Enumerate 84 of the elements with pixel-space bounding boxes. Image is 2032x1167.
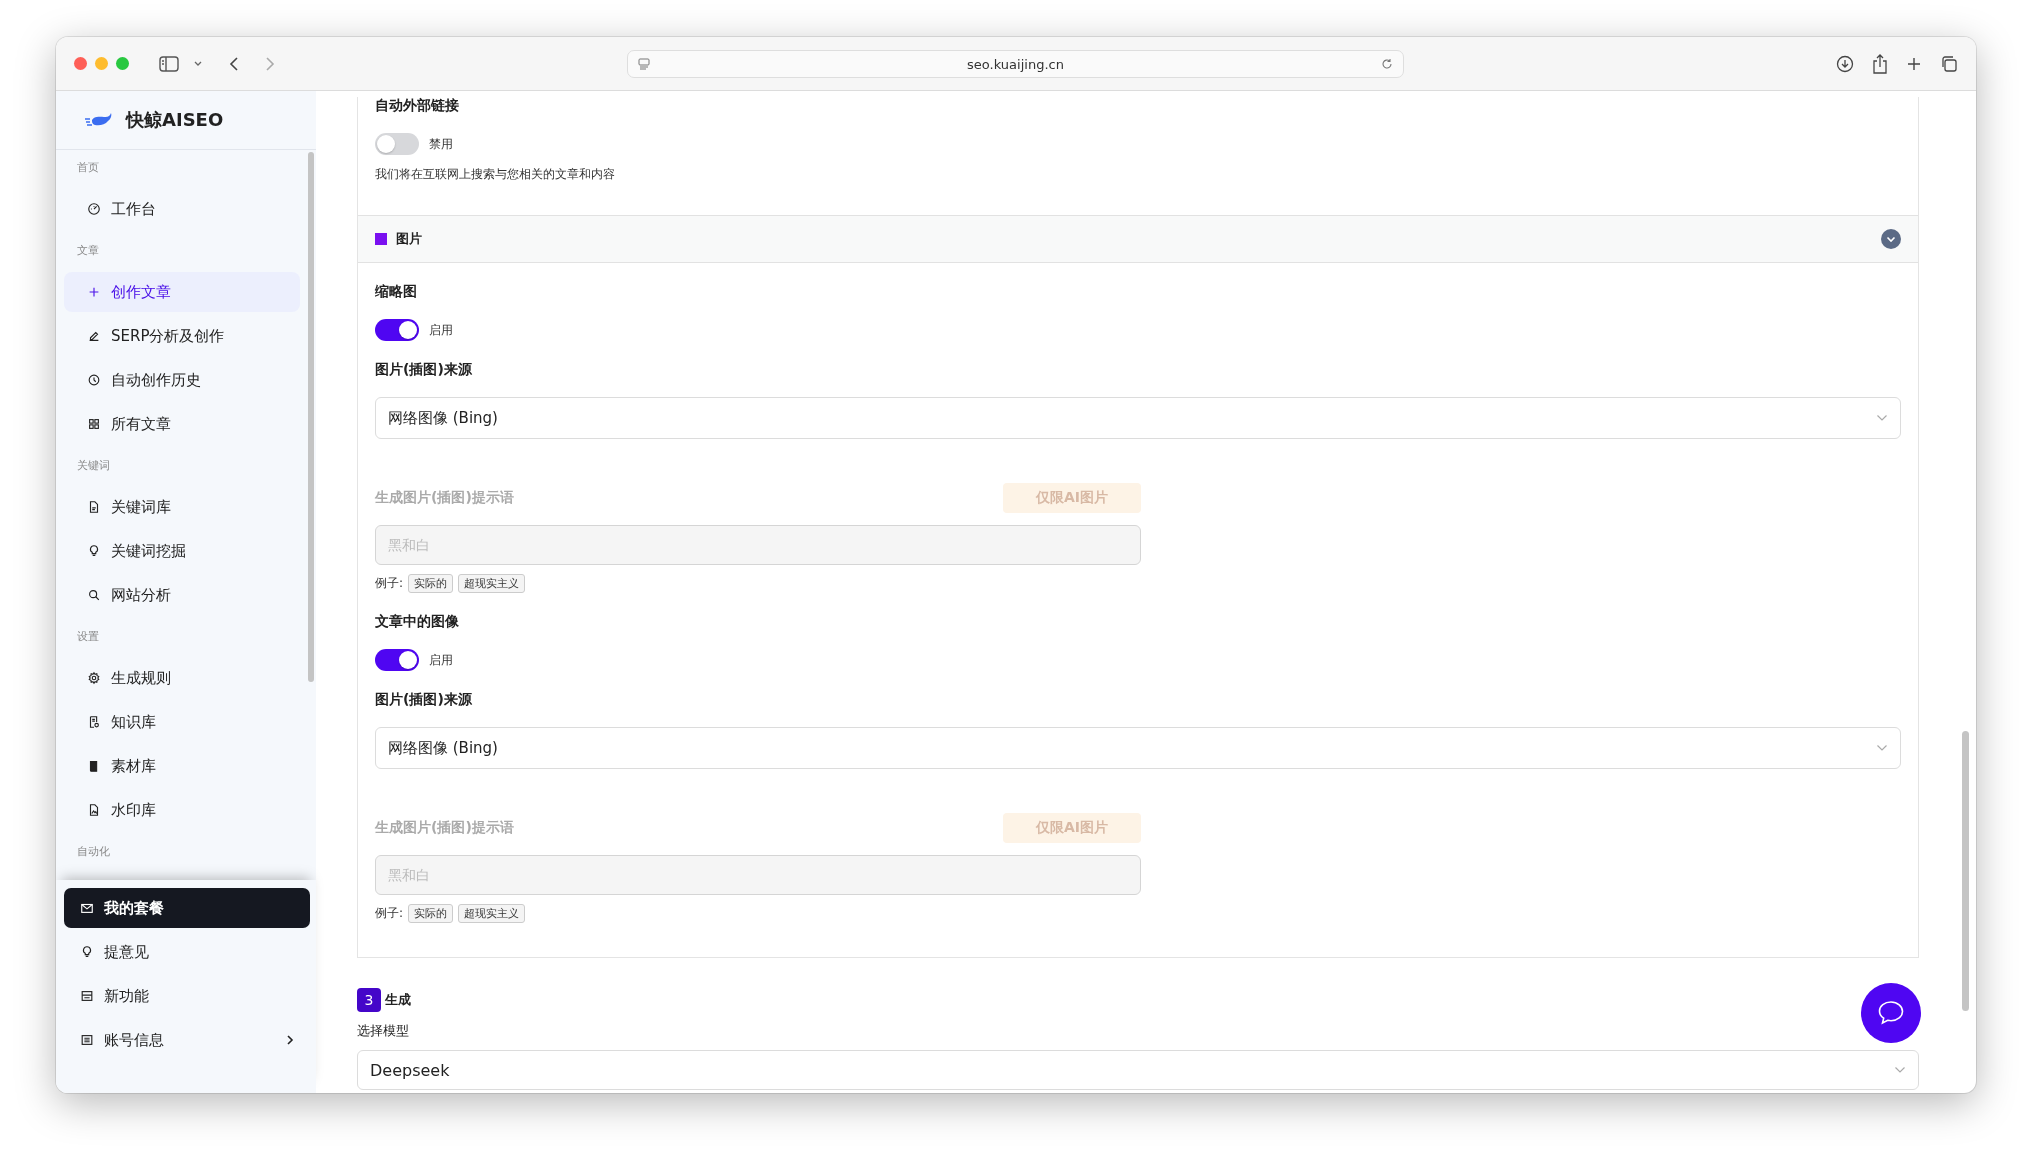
nav-item[interactable]: 关键词库 — [64, 487, 300, 527]
nav-group-title: 自动化 — [76, 844, 111, 860]
nav-item[interactable]: 账号信息 — [64, 1020, 310, 1060]
field-label: 自动外部链接 — [375, 97, 460, 115]
share-icon[interactable] — [1872, 53, 1888, 74]
field-label: 图片(插图)来源 — [375, 691, 473, 709]
nav-group-title: 首页 — [76, 160, 100, 176]
back-icon[interactable] — [229, 55, 239, 72]
ai-only-badge: 仅限AI图片 — [1002, 483, 1141, 513]
lightbulb-icon — [87, 544, 101, 558]
field-label: 文章中的图像 — [375, 613, 460, 631]
new-tab-icon[interactable] — [1906, 55, 1922, 72]
chevron-down-icon — [1876, 414, 1888, 422]
scrollbar-thumb[interactable] — [308, 152, 314, 682]
nav-item[interactable]: SERP分析及创作 — [64, 316, 300, 356]
examples-label: 例子: — [375, 575, 404, 592]
toggle-label: 禁用 — [429, 135, 453, 153]
select-field[interactable]: Deepseek — [357, 1050, 1919, 1090]
chevron-down-icon[interactable] — [193, 59, 203, 68]
field-label: 图片(插图)来源 — [375, 361, 473, 379]
nav-group-title: 文章 — [76, 243, 100, 259]
plus-icon — [87, 285, 101, 299]
nav-item[interactable]: 知识库 — [64, 702, 300, 742]
toggle-label: 启用 — [429, 651, 453, 669]
list-icon — [80, 1033, 94, 1047]
nav-item[interactable]: 我的套餐 — [64, 888, 310, 928]
scrollbar-thumb[interactable] — [1962, 731, 1969, 1011]
document-icon — [87, 500, 101, 514]
nav-item[interactable]: 关键词挖掘 — [64, 531, 300, 571]
section-header[interactable]: 图片 — [358, 215, 1918, 263]
nav-item[interactable]: 自动创作历史 — [64, 360, 300, 400]
whale-logo-icon — [84, 111, 114, 129]
settings-icon — [87, 671, 101, 685]
field-label: 缩略图 — [375, 283, 418, 301]
chevron-down-icon — [1876, 744, 1888, 752]
close-window-button[interactable] — [74, 57, 87, 70]
nav-group-title: 关键词 — [76, 458, 111, 474]
field-label: 生成图片(插图)提示语 — [375, 819, 514, 837]
nav-item[interactable]: 素材库 — [64, 746, 300, 786]
tabs-overview-icon[interactable] — [1940, 54, 1958, 73]
ai-only-badge: 仅限AI图片 — [1002, 813, 1141, 843]
select-field[interactable]: 网络图像 (Bing) — [375, 727, 1901, 769]
chevron-down-icon — [1894, 1066, 1906, 1074]
window-icon — [80, 989, 94, 1003]
toggle-switch[interactable] — [375, 649, 419, 671]
clock-icon — [87, 373, 101, 387]
toggle-switch[interactable] — [375, 133, 419, 155]
document-check-icon — [87, 715, 101, 729]
toggle-label: 启用 — [429, 321, 453, 339]
grid-icon — [87, 417, 101, 431]
nav-item[interactable]: 水印库 — [64, 790, 300, 830]
section-title: 图片 — [396, 230, 423, 248]
field-label: 选择模型 — [357, 1022, 410, 1040]
lightbulb-icon — [80, 945, 94, 959]
chat-bubble-icon — [1877, 1000, 1905, 1026]
nav-item[interactable]: 提意见 — [64, 932, 310, 972]
image-file-icon — [87, 803, 101, 817]
step-number: 3 — [357, 988, 381, 1012]
gauge-icon — [87, 202, 101, 216]
examples-label: 例子: — [375, 905, 404, 922]
nav-item[interactable]: 工作台 — [64, 189, 300, 229]
nav-item[interactable]: 所有文章 — [64, 404, 300, 444]
nav-item[interactable]: 新功能 — [64, 976, 310, 1016]
select-field[interactable]: 网络图像 (Bing) — [375, 397, 1901, 439]
address-bar[interactable]: seo.kuaijing.cn — [627, 50, 1404, 78]
nav-item[interactable]: 创作文章 — [64, 272, 300, 312]
step-title: 生成 — [385, 991, 411, 1009]
brand-name: 快鲸AISEO — [126, 108, 224, 132]
mail-icon — [80, 901, 94, 915]
search-icon — [87, 588, 101, 602]
sidebar-toggle-icon[interactable] — [159, 55, 179, 72]
toggle-switch[interactable] — [375, 319, 419, 341]
download-icon[interactable] — [1836, 54, 1854, 73]
square-icon — [375, 233, 387, 245]
chevron-right-icon — [286, 1035, 294, 1045]
field-label: 生成图片(插图)提示语 — [375, 489, 514, 507]
chat-button[interactable] — [1861, 983, 1921, 1043]
pen-icon — [87, 329, 101, 343]
chevron-circle-icon[interactable] — [1881, 229, 1901, 249]
nav-item[interactable]: 生成规则 — [64, 658, 300, 698]
nav-item[interactable]: 网站分析 — [64, 575, 300, 615]
nav-group-title: 设置 — [76, 629, 100, 645]
reload-icon[interactable] — [1381, 58, 1393, 70]
description-text: 我们将在互联网上搜索与您相关的文章和内容 — [375, 166, 616, 183]
